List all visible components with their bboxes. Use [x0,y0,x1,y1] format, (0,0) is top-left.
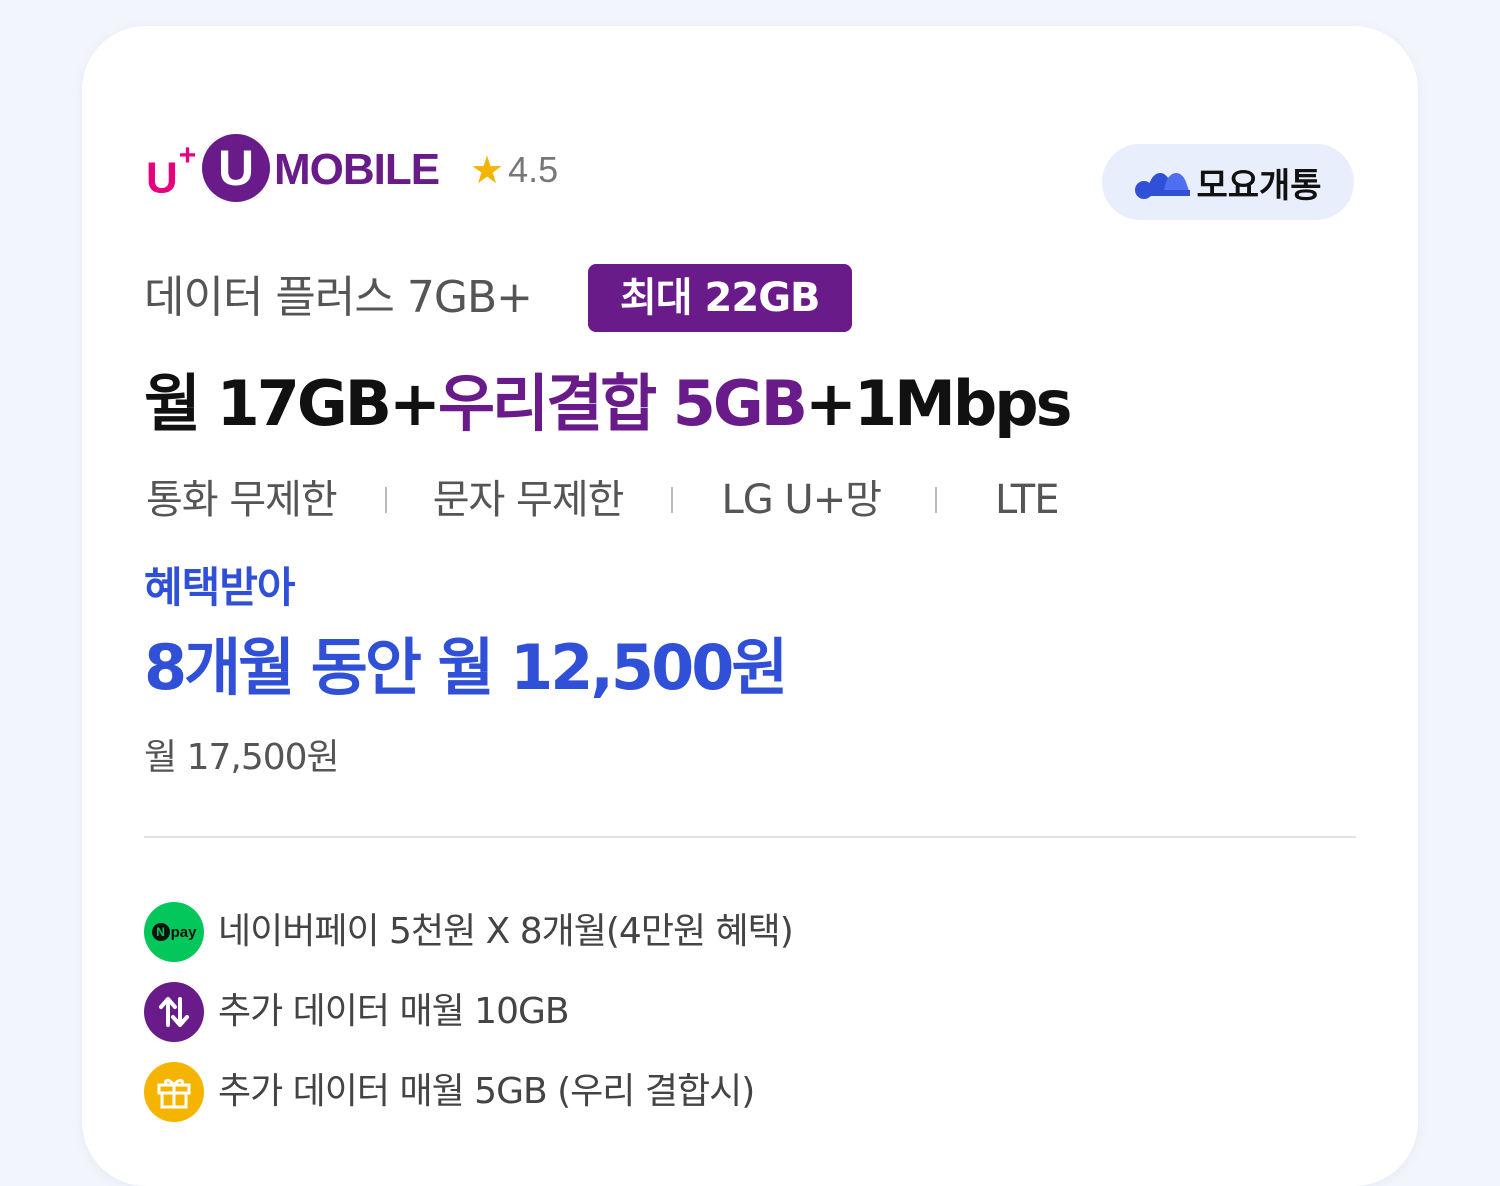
headline-bundle: 우리결합 5GB [438,367,808,440]
data-transfer-icon [144,982,204,1042]
plan-headline: 월 17GB+우리결합 5GB+1Mbps [144,366,1072,442]
headline-speed: +1Mbps [805,367,1072,440]
feature-call: 통화 무제한 [146,477,338,523]
naver-pay-icon: Npay [144,902,204,962]
feature-separator [935,487,938,513]
rating-value: 4.5 [508,149,559,190]
star-icon: ★ [470,148,505,192]
benefit-price: 8개월 동안 월 12,500원 [144,631,788,704]
feature-separator [671,487,674,513]
plan-features: 통화 무제한 문자 무제한 LG U+망 LTE [146,472,1060,528]
perk-item-npay: Npay 네이버페이 5천원 X 8개월(4만원 혜택) [144,902,794,962]
moyo-badge-label: 모요개통 [1196,165,1322,206]
feature-separator [384,487,387,513]
plan-name: 데이터 플러스 7GB+ [144,272,533,323]
max-data-badge: 최대 22GB [588,264,852,332]
logo-mobile-text: MOBILE [274,145,440,194]
logo-uplus-text: U+ [146,139,197,203]
headline-base: 월 17GB+ [144,367,441,440]
perk-item-gift: 추가 데이터 매월 5GB (우리 결합시) [144,1062,755,1122]
perk-text: 추가 데이터 매월 10GB [218,991,570,1032]
logo-u-circle: U [202,134,270,202]
perk-text: 추가 데이터 매월 5GB (우리 결합시) [218,1071,755,1112]
divider [144,836,1356,838]
moyo-open-badge[interactable]: 모요개통 [1102,144,1354,220]
benefit-label: 혜택받아 [144,563,296,612]
gift-icon [144,1062,204,1122]
feature-lte: LTE [995,477,1059,523]
feature-network: LG U+망 [721,477,882,523]
feature-sms: 문자 무제한 [432,477,625,523]
perk-text: 네이버페이 5천원 X 8개월(4만원 혜택) [218,911,794,952]
perk-item-data: 추가 데이터 매월 10GB [144,982,570,1042]
plan-card[interactable]: U+ U MOBILE ★ 4.5 모요개통 데이터 플러스 7GB+ 최대 2… [82,26,1418,1186]
u-mobile-logo: U+ U MOBILE [146,134,466,206]
rating: ★ 4.5 [470,148,559,192]
moyo-logo-icon [1135,172,1191,199]
original-price: 월 17,500원 [144,737,340,778]
